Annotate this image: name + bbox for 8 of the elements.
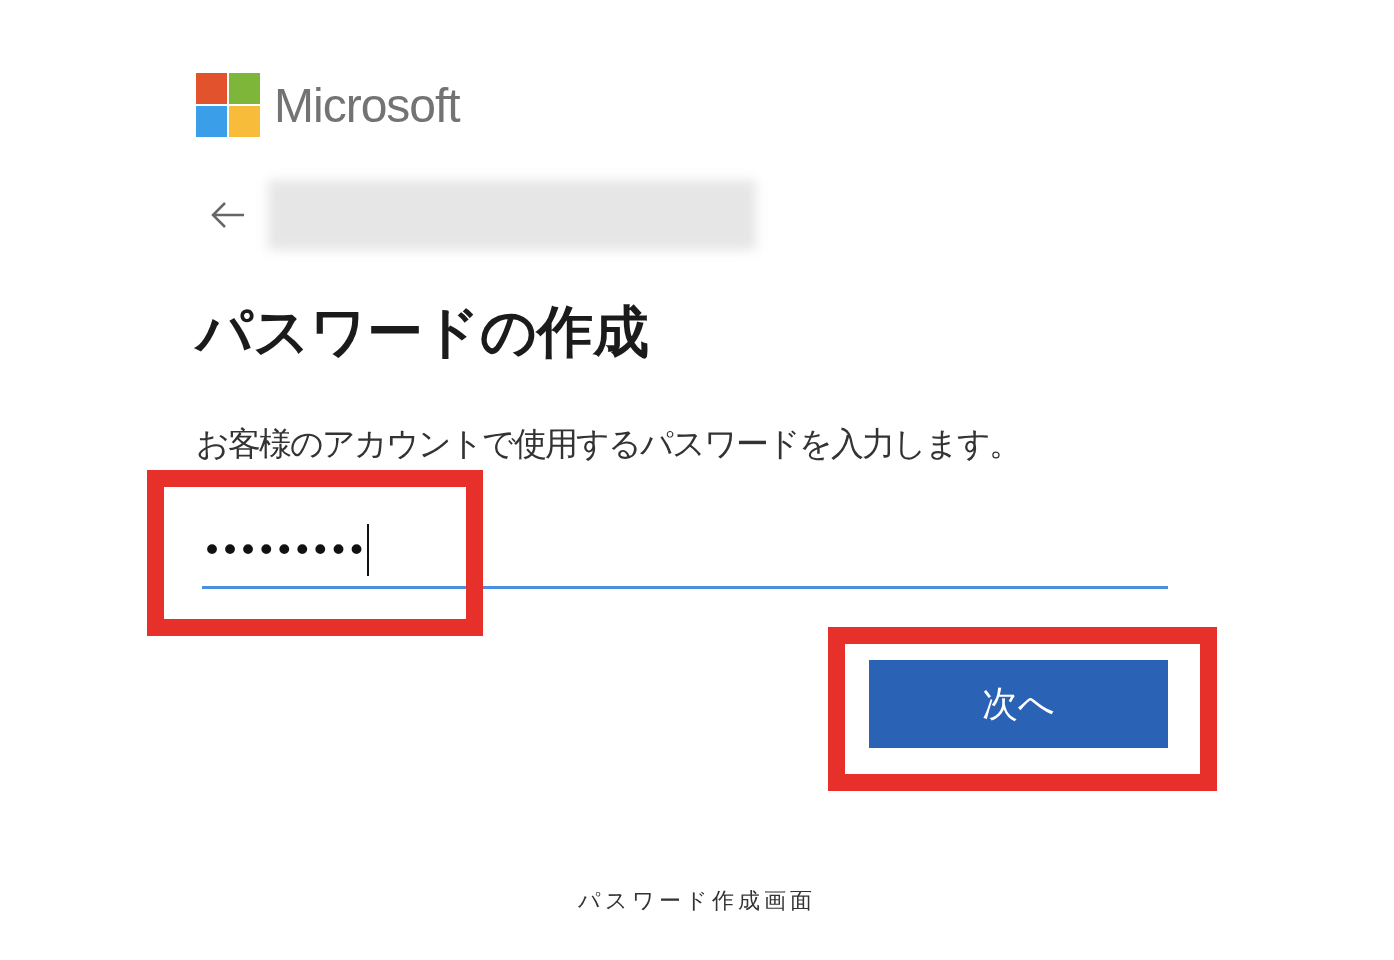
next-button[interactable]: 次へ	[869, 660, 1168, 748]
logo-text: Microsoft	[274, 77, 460, 133]
page-heading: パスワードの作成	[196, 298, 650, 366]
description-text: お客様のアカウントで使用するパスワードを入力します。	[196, 423, 1021, 465]
caption-text: パスワード作成画面	[577, 887, 817, 915]
logo-icon	[196, 73, 260, 137]
password-field[interactable]: •••••••••	[202, 514, 1168, 589]
back-arrow-icon[interactable]	[210, 200, 246, 230]
